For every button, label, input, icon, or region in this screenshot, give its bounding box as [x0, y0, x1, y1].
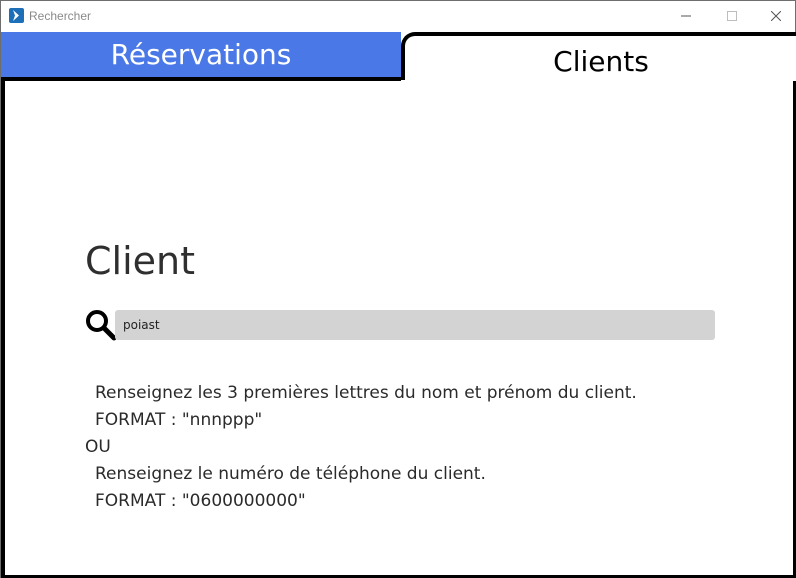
close-button[interactable] [753, 1, 796, 31]
instruction-phone: Renseignez le numéro de téléphone du cli… [95, 464, 486, 484]
tab-reservations[interactable]: Réservations [1, 32, 401, 77]
search-icon[interactable] [85, 309, 117, 341]
minimize-button[interactable] [663, 1, 709, 31]
instruction-phone-format: FORMAT : "0600000000" [95, 491, 306, 511]
instruction-name: Renseignez les 3 premières lettres du no… [95, 383, 637, 403]
tab-clients[interactable]: Clients [401, 32, 796, 80]
maximize-button[interactable] [709, 1, 755, 31]
minimize-icon [681, 15, 691, 17]
window-title: Rechercher [29, 9, 92, 23]
instruction-or: OU [85, 437, 111, 457]
close-icon [771, 11, 781, 21]
tab-clients-label: Clients [553, 44, 649, 78]
tab-reservations-label: Réservations [110, 38, 292, 71]
instruction-name-format: FORMAT : "nnnppp" [95, 410, 263, 430]
app-icon [9, 8, 24, 23]
title-bar: Rechercher [1, 1, 795, 31]
search-input[interactable] [115, 310, 715, 340]
maximize-icon [727, 11, 737, 21]
page-title: Client [85, 239, 196, 283]
app-window: Rechercher Réservations Clients Client R… [0, 0, 796, 578]
